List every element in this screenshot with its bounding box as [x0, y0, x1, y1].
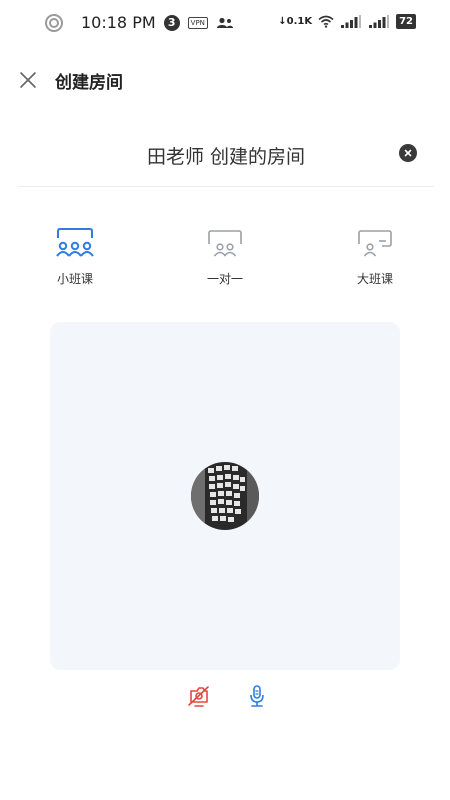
- microphone-icon[interactable]: [245, 684, 269, 710]
- camera-off-icon[interactable]: [186, 684, 210, 710]
- vpn-icon: VPN: [187, 16, 208, 29]
- mode-label: 大班课: [356, 272, 393, 286]
- network-speed-value: 0.1K: [286, 16, 313, 27]
- video-preview: [50, 322, 400, 670]
- room-name-field[interactable]: 田老师 创建的房间: [18, 128, 434, 187]
- mode-one-on-one[interactable]: 一对一: [185, 228, 265, 287]
- signal-icon-2: [369, 15, 390, 28]
- clear-x-glyph: [404, 149, 412, 157]
- notification-badge: 3: [163, 14, 180, 31]
- clear-icon[interactable]: [399, 144, 417, 162]
- people-icon: [216, 17, 233, 28]
- status-bar-right: ↓0.1K 72: [278, 14, 416, 29]
- network-speed: ↓0.1K: [278, 16, 312, 27]
- room-name-text[interactable]: 田老师 创建的房间: [18, 142, 434, 169]
- mode-small-class[interactable]: 小班课: [35, 228, 115, 287]
- mode-large-class[interactable]: 大班课: [335, 228, 415, 287]
- avatar-image: [191, 462, 259, 530]
- download-arrow-icon: ↓: [278, 16, 287, 27]
- one-on-one-icon: [208, 230, 242, 257]
- status-time: 10:18 PM: [81, 13, 156, 32]
- avatar: [191, 462, 259, 530]
- status-bar: 10:18 PM 3 VPN ↓0.1K 72: [0, 0, 450, 48]
- large-class-icon: [358, 230, 392, 257]
- battery-indicator: 72: [396, 14, 416, 29]
- page-title: 创建房间: [55, 73, 123, 93]
- mode-label: 一对一: [206, 272, 243, 286]
- close-icon[interactable]: [18, 70, 38, 90]
- status-bar-left: 10:18 PM 3 VPN: [45, 13, 234, 32]
- small-class-icon: [56, 228, 94, 257]
- mode-label: 小班课: [56, 272, 93, 286]
- header: 创建房间: [0, 62, 450, 98]
- wifi-icon: [318, 15, 334, 28]
- recording-indicator-icon: [45, 13, 63, 32]
- signal-icon-1: [341, 15, 362, 28]
